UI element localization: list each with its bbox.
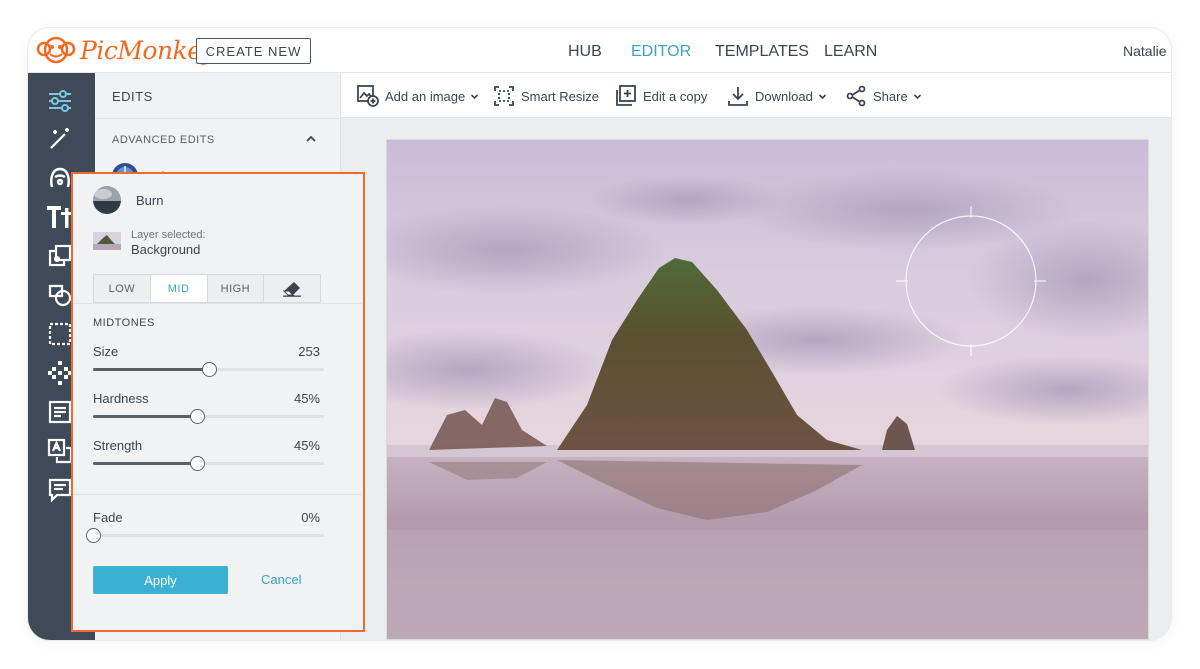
hardness-slider[interactable]: Hardness 45% [93,391,324,431]
photo-canvas[interactable] [386,139,1149,640]
picmonkey-logo[interactable]: PicMonkey [36,34,216,66]
slider-handle[interactable] [189,409,205,424]
chevron-down-icon [818,93,826,99]
add-image-icon [357,85,379,107]
slider-handle[interactable] [86,528,101,543]
face-retouch-icon[interactable] [46,164,74,192]
fade-value: 0% [301,510,320,525]
hardness-label: Hardness [93,391,149,406]
create-new-button[interactable]: CREATE NEW [196,38,311,64]
apply-button[interactable]: Apply [93,566,228,594]
canvas-area [341,118,1171,640]
smart-resize-button[interactable]: Smart Resize [493,84,599,108]
burn-thumbnail [93,186,121,214]
layer-selected: Layer selected: Background [93,229,206,258]
size-value: 253 [298,344,320,359]
comments-icon[interactable] [46,476,74,504]
monkey-logo-icon [36,36,76,64]
layer-name: Background [131,242,201,257]
burn-header: Burn [93,186,163,214]
strength-label: Strength [93,438,143,453]
user-name[interactable]: Natalie [1123,43,1167,59]
chevron-up-icon[interactable] [304,132,318,146]
size-slider[interactable]: Size 253 [93,344,324,384]
strength-slider[interactable]: Strength 45% [93,438,324,478]
slider-fill [93,368,209,371]
logo-wordmark: PicMonkey [80,35,216,65]
slider-track[interactable] [86,528,324,543]
chevron-down-icon [471,93,479,99]
edit-copy-button[interactable]: Edit a copy [615,84,707,108]
download-button[interactable]: Download [727,84,827,108]
advanced-edits-title[interactable]: ADVANCED EDITS [112,134,215,146]
add-image-label: Add an image [385,88,466,104]
slider-fill [93,462,197,465]
textures-icon[interactable] [46,359,74,387]
overlays-icon[interactable] [46,281,74,309]
layer-thumbnail [93,232,121,250]
copy-icon [615,85,637,107]
fade-slider[interactable]: Fade 0% [86,510,324,550]
divider [73,494,362,495]
top-nav: PicMonkey CREATE NEW HUB EDITOR TEMPLATE… [28,28,1171,73]
size-label: Size [93,344,119,359]
slider-handle[interactable] [201,362,217,377]
graphics-icon[interactable] [46,242,74,270]
nav-learn[interactable]: LEARN [824,43,877,61]
midtones-title: MIDTONES [93,317,155,329]
nav-hub[interactable]: HUB [568,43,602,61]
adjustments-icon[interactable] [46,87,74,115]
slider-handle[interactable] [189,456,205,471]
hardness-value: 45% [293,391,320,406]
divider [95,118,341,119]
share-label: Share [873,88,908,104]
chevron-down-icon [913,93,921,99]
panel-title: EDITS [112,89,153,104]
text-icon[interactable] [46,203,74,231]
themes-icon[interactable] [46,398,74,426]
nav-templates[interactable]: TEMPLATES [715,43,809,61]
share-icon [845,85,867,107]
share-button[interactable]: Share [845,84,922,108]
nav-editor[interactable]: EDITOR [631,43,691,61]
eraser-tab[interactable] [264,275,320,302]
add-image-button[interactable]: Add an image [357,84,479,108]
frames-icon[interactable] [46,320,74,348]
layer-selected-label: Layer selected: [131,229,206,241]
eraser-icon [283,281,302,297]
smart-resize-label: Smart Resize [521,88,600,104]
burn-tool-panel: Burn Layer selected: Background LOW MID … [71,172,365,632]
download-icon [727,85,749,107]
tab-mid[interactable]: MID [150,275,208,302]
beach-rock-photo [387,140,1148,639]
range-tabs: LOW MID HIGH [93,274,321,303]
tab-low[interactable]: LOW [94,275,151,302]
download-label: Download [755,88,813,104]
divider [73,303,362,304]
resize-icon [493,85,515,107]
cancel-button[interactable]: Cancel [261,572,301,587]
burn-title: Burn [136,192,164,208]
tab-high[interactable]: HIGH [208,275,265,302]
strength-value: 45% [293,438,320,453]
slider-track[interactable] [93,362,324,377]
translate-icon[interactable] [46,437,74,465]
edit-copy-label: Edit a copy [643,88,708,104]
fade-label: Fade [93,510,123,525]
magic-wand-icon[interactable] [46,125,74,153]
slider-track[interactable] [93,409,324,424]
slider-fill [93,415,197,418]
slider-track[interactable] [93,456,324,471]
editor-toolbar: Add an image Smart Resize Edit a copy Do… [341,73,1171,118]
